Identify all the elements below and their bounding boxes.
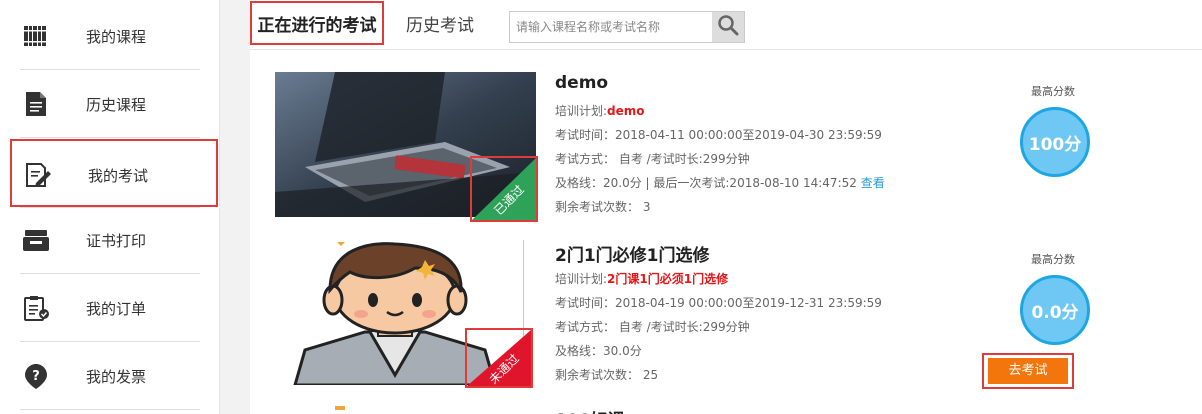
- search-button[interactable]: [712, 12, 744, 42]
- exam-time: 考试时间：2018-04-11 00:00:00至2019-04-30 23:5…: [555, 128, 882, 142]
- sidebar-item-label: 我的考试: [88, 167, 149, 185]
- document-icon: [22, 90, 50, 118]
- pass-line: 及格线：30.0分: [555, 344, 642, 358]
- plan-value[interactable]: 2门课1门必须1门选修: [607, 272, 728, 286]
- thumbnail-fragment: [335, 406, 345, 410]
- search-box: [509, 11, 745, 43]
- page-root: 我的课程 历史课程 我的考试 证书打印 我的订单 ? 我的发票 正在进行的考试 …: [0, 0, 1202, 414]
- plan-label: 培训计划:: [555, 104, 608, 118]
- exam-mode: 考试方式： 自考 /考试时长:299分钟: [555, 152, 750, 166]
- sidebar: 我的课程 历史课程 我的考试 证书打印 我的订单 ? 我的发票: [0, 0, 220, 414]
- main-content: 正在进行的考试 历史考试 请输入课程名称或考试名称 已通过 demo 培训计划:…: [250, 0, 1202, 414]
- search-icon: [717, 14, 739, 40]
- tab-current-exams[interactable]: 正在进行的考试: [250, 1, 384, 45]
- svg-text:?: ?: [32, 369, 40, 384]
- exam-title[interactable]: demo: [555, 73, 608, 93]
- exam-edit-icon: [24, 161, 52, 189]
- plan-label: 培训计划:: [555, 272, 608, 286]
- pass-line: 及格线：20.0分 | 最后一次考试:2018-08-10 14:47:52 查…: [555, 174, 885, 191]
- training-plan: 培训计划:2门课1门必须1门选修: [555, 270, 728, 287]
- exam-card: 100好课: [275, 400, 1175, 414]
- passed-ribbon: 已通过: [472, 158, 536, 220]
- sidebar-item-history-courses[interactable]: 历史课程: [10, 70, 218, 138]
- tab-history-exams[interactable]: 历史考试: [402, 1, 478, 45]
- score-circle: 100分: [1020, 107, 1090, 177]
- score-circle: 0.0分: [1020, 275, 1090, 345]
- view-link[interactable]: 查看: [861, 176, 885, 190]
- search-input[interactable]: [510, 12, 712, 42]
- failed-ribbon: 未通过: [467, 330, 531, 386]
- books-icon: [22, 22, 50, 50]
- pass-line-text: 及格线：20.0分 | 最后一次考试:2018-08-10 14:47:52: [555, 176, 857, 190]
- remaining-attempts: 剩余考试次数： 25: [555, 368, 659, 382]
- sidebar-item-label: 历史课程: [86, 96, 147, 114]
- sidebar-item-label: 我的发票: [86, 368, 147, 386]
- tab-bar: 正在进行的考试 历史考试: [250, 0, 1202, 50]
- sidebar-item-my-courses[interactable]: 我的课程: [10, 2, 218, 70]
- order-clipboard-icon: [22, 294, 50, 322]
- training-plan: 培训计划:demo: [555, 102, 645, 119]
- invoice-help-icon: ?: [22, 362, 50, 390]
- exam-title[interactable]: 100好课: [555, 406, 625, 414]
- sidebar-item-certificate-print[interactable]: 证书打印: [10, 206, 218, 274]
- sidebar-item-my-exams[interactable]: 我的考试: [10, 139, 218, 207]
- divider: [20, 409, 200, 410]
- certificate-print-icon: [22, 226, 50, 254]
- sidebar-item-label: 证书打印: [86, 232, 147, 250]
- exam-mode: 考试方式： 自考 /考试时长:299分钟: [555, 320, 750, 334]
- exam-time: 考试时间：2018-04-19 00:00:00至2019-12-31 23:5…: [555, 296, 882, 310]
- exam-title[interactable]: 2门1门必修1门选修: [555, 241, 710, 266]
- sidebar-item-label: 我的订单: [86, 300, 147, 318]
- remaining-attempts: 剩余考试次数： 3: [555, 200, 651, 214]
- sidebar-item-my-orders[interactable]: 我的订单: [10, 274, 218, 342]
- take-exam-button-frame: 去考试: [982, 353, 1074, 389]
- status-badge-box: 未通过: [465, 328, 533, 388]
- status-badge-box: 已通过: [470, 156, 538, 222]
- divider: [20, 137, 200, 138]
- score-label: 最高分数: [1031, 253, 1075, 266]
- sidebar-item-label: 我的课程: [86, 28, 147, 46]
- sidebar-item-my-invoices[interactable]: ? 我的发票: [10, 342, 218, 410]
- score-label: 最高分数: [1031, 85, 1075, 98]
- plan-value[interactable]: demo: [607, 104, 644, 118]
- exam-card: 已通过 demo 培训计划:demo 考试时间：2018-04-11 00:00…: [275, 72, 1175, 232]
- take-exam-button[interactable]: 去考试: [988, 358, 1068, 384]
